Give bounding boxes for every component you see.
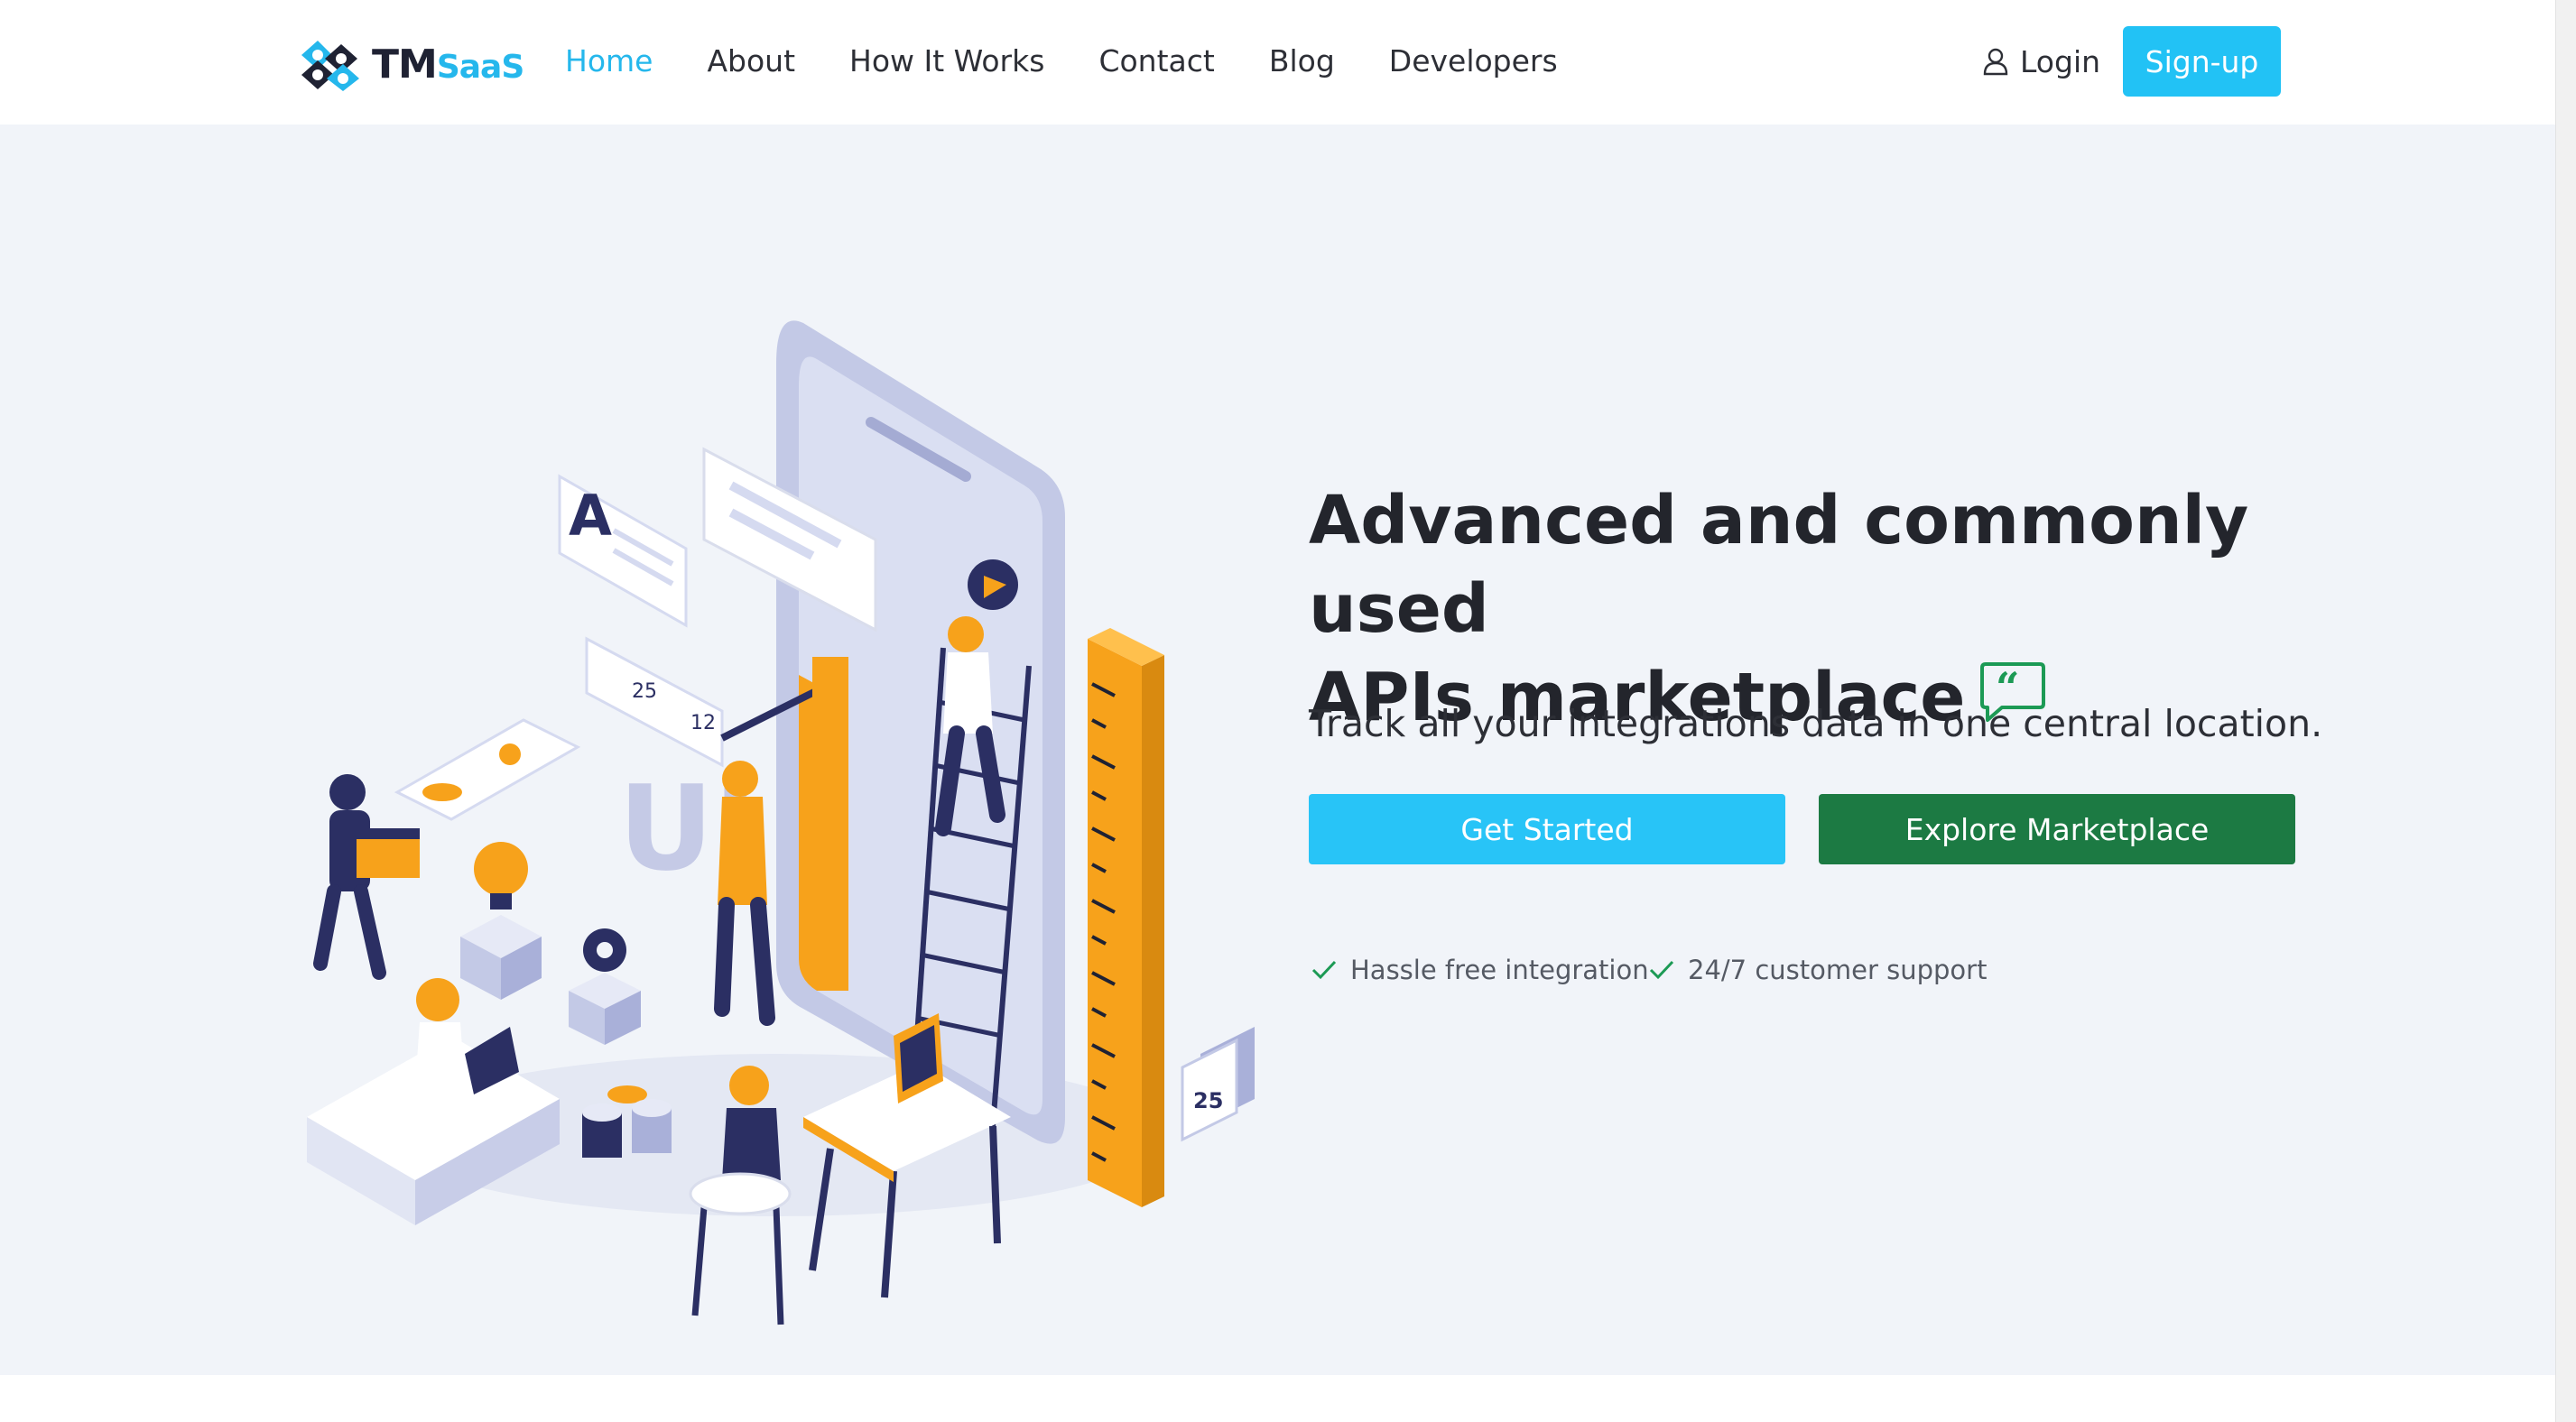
explore-marketplace-button[interactable]: Explore Marketplace [1819, 794, 2295, 864]
headline-line-1: Advanced and commonly used [1309, 482, 2249, 648]
feature-item: Hassle free integration [1311, 955, 1649, 985]
person-carrying-box [313, 774, 420, 980]
nav-blog[interactable]: Blog [1269, 36, 1335, 87]
nav-developers[interactable]: Developers [1389, 36, 1558, 87]
nav-about[interactable]: About [707, 36, 795, 87]
main-nav: Home About How It Works Contact Blog Dev… [565, 36, 1612, 87]
next-section-edge [0, 1375, 2556, 1422]
brand-name: TMSaaS [372, 42, 524, 88]
ruler-graphic [1088, 628, 1164, 1207]
calendar-day: 25 [1193, 1088, 1223, 1113]
top-navbar: TMSaaS Home About How It Works Contact B… [0, 0, 2576, 125]
user-icon [1983, 48, 2008, 76]
gear-box-graphic [569, 928, 641, 1045]
feature-item: 24/7 customer support [1648, 955, 1987, 985]
nav-how-it-works[interactable]: How It Works [849, 36, 1044, 87]
signup-button[interactable]: Sign-up [2123, 26, 2281, 97]
letter-a-text: A [569, 483, 612, 549]
feature-text: Hassle free integration [1350, 955, 1649, 985]
nav-home[interactable]: Home [565, 36, 653, 87]
check-icon [1649, 960, 1674, 980]
heart-count-2: 12 [690, 712, 716, 734]
tmsaas-logo-icon [301, 41, 359, 91]
lightbulb-graphic [460, 842, 542, 1000]
hero-subline: Track all your integrations data in one … [1309, 702, 2323, 745]
letter-card: A [558, 474, 688, 628]
nav-contact[interactable]: Contact [1098, 36, 1214, 87]
feature-text: 24/7 customer support [1688, 955, 1988, 985]
check-icon [1311, 960, 1337, 980]
hero-section: A 25 12 UI 25 Advanced and commonly used… [0, 125, 2556, 1375]
heart-count-1: 25 [632, 680, 657, 703]
hero-illustration: A 25 12 UI 25 [307, 320, 1255, 1325]
login-label: Login [2020, 43, 2101, 79]
get-started-button[interactable]: Get Started [1309, 794, 1785, 864]
calendar-graphic: 25 [1181, 1027, 1255, 1142]
login-link[interactable]: Login [1982, 36, 2100, 87]
brand-logo[interactable]: TMSaaS [291, 32, 524, 96]
brand-name-sub: SaaS [436, 48, 524, 86]
page-scrollbar[interactable] [2555, 0, 2576, 1422]
brand-name-main: TM [372, 41, 438, 88]
